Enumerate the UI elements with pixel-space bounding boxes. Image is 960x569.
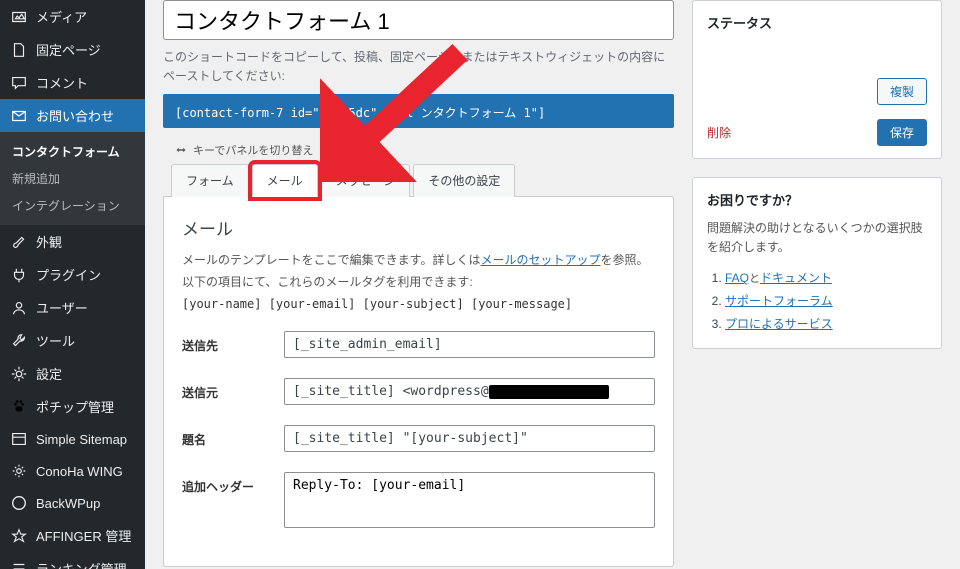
mail-panel: メール メールのテンプレートをここで編集できます。詳しくはメールのセットアップを… bbox=[163, 196, 674, 567]
mail-subject-input[interactable]: [_site_title] "[your-subject]" bbox=[284, 425, 655, 452]
menu-pochipp-icon bbox=[10, 398, 28, 416]
menu-backwpup-icon bbox=[10, 494, 28, 512]
menu-contact[interactable]: お問い合わせ bbox=[0, 99, 145, 132]
menu-sitemap-icon bbox=[10, 430, 28, 448]
mail-from-input[interactable]: [_site_title] <wordpress@ bbox=[284, 378, 655, 405]
submenu-item[interactable]: 新規追加 bbox=[0, 165, 145, 192]
help-link-item: サポートフォーラム bbox=[725, 290, 927, 313]
help-desc: 問題解決の助けとなるいくつかの選択肢を紹介します。 bbox=[707, 219, 927, 257]
help-link[interactable]: ドキュメント bbox=[760, 271, 832, 285]
menu-plugins[interactable]: プラグイン bbox=[0, 258, 145, 291]
menu-media-icon bbox=[10, 8, 28, 26]
menu-settings[interactable]: 設定 bbox=[0, 357, 145, 390]
mail-desc: メールのテンプレートをここで編集できます。詳しくはメールのセットアップを参照。 … bbox=[182, 250, 655, 315]
mail-subject-label: 題名 bbox=[182, 425, 272, 448]
help-link-item: FAQとドキュメント bbox=[725, 267, 927, 290]
tab-other[interactable]: その他の設定 bbox=[413, 164, 515, 197]
menu-pages-icon bbox=[10, 41, 28, 59]
menu-settings-icon bbox=[10, 365, 28, 383]
mail-setup-link[interactable]: メールのセットアップ bbox=[480, 253, 600, 267]
menu-plugins-icon bbox=[10, 266, 28, 284]
status-title: ステータス bbox=[707, 13, 927, 32]
menu-tools[interactable]: ツール bbox=[0, 324, 145, 357]
menu-backwpup[interactable]: BackWPup bbox=[0, 487, 145, 519]
tab-form[interactable]: フォーム bbox=[171, 164, 249, 197]
menu-users-icon bbox=[10, 299, 28, 317]
save-button[interactable]: 保存 bbox=[877, 119, 927, 146]
submenu-item[interactable]: インテグレーション bbox=[0, 192, 145, 219]
admin-sidebar: メディア固定ページコメントお問い合わせコンタクトフォーム新規追加インテグレーショ… bbox=[0, 0, 145, 569]
tab-mail[interactable]: メール bbox=[252, 164, 318, 197]
mail-headers-label: 追加ヘッダー bbox=[182, 472, 272, 495]
key-toggle-hint: キーでパネルを切り替え bbox=[175, 142, 674, 158]
menu-ranking-icon bbox=[10, 560, 28, 569]
menu-media[interactable]: メディア bbox=[0, 0, 145, 33]
mail-to-label: 送信先 bbox=[182, 331, 272, 354]
status-box: ステータス 複製 削除 保存 bbox=[692, 0, 942, 159]
help-link[interactable]: FAQ bbox=[725, 271, 749, 285]
shortcode-hint: このショートコードをコピーして、投稿、固定ページ、またはテキストウィジェットの内… bbox=[163, 48, 674, 86]
help-link-item: プロによるサービス bbox=[725, 313, 927, 336]
menu-contact-icon bbox=[10, 107, 28, 125]
shortcode-box[interactable]: [contact-form-7 id="7b375dc" titl ンタクトフォ… bbox=[163, 94, 674, 128]
menu-appearance[interactable]: 外観 bbox=[0, 225, 145, 258]
submenu-item[interactable]: コンタクトフォーム bbox=[0, 138, 145, 165]
form-title-input[interactable] bbox=[163, 0, 674, 40]
delete-link[interactable]: 削除 bbox=[707, 124, 731, 141]
menu-comments[interactable]: コメント bbox=[0, 66, 145, 99]
mail-heading: メール bbox=[182, 215, 655, 240]
menu-pochipp[interactable]: ポチップ管理 bbox=[0, 390, 145, 423]
menu-conoha[interactable]: ConoHa WING bbox=[0, 455, 145, 487]
menu-users[interactable]: ユーザー bbox=[0, 291, 145, 324]
menu-appearance-icon bbox=[10, 233, 28, 251]
tab-messages[interactable]: メッセージ bbox=[321, 164, 411, 197]
menu-sitemap[interactable]: Simple Sitemap bbox=[0, 423, 145, 455]
mail-to-input[interactable]: [_site_admin_email] bbox=[284, 331, 655, 358]
mail-from-label: 送信元 bbox=[182, 378, 272, 401]
menu-affinger[interactable]: AFFINGER 管理 bbox=[0, 519, 145, 552]
menu-conoha-icon bbox=[10, 462, 28, 480]
help-link[interactable]: プロによるサービス bbox=[725, 317, 833, 331]
menu-comments-icon bbox=[10, 74, 28, 92]
menu-affinger-icon bbox=[10, 527, 28, 545]
duplicate-button[interactable]: 複製 bbox=[877, 78, 927, 105]
mail-headers-input[interactable] bbox=[284, 472, 655, 528]
menu-ranking[interactable]: ランキング管理 bbox=[0, 552, 145, 569]
help-link[interactable]: サポートフォーラム bbox=[725, 294, 833, 308]
menu-pages[interactable]: 固定ページ bbox=[0, 33, 145, 66]
help-title: お困りですか？ bbox=[707, 190, 927, 209]
help-box: お困りですか？ 問題解決の助けとなるいくつかの選択肢を紹介します。 FAQとドキ… bbox=[692, 177, 942, 349]
menu-tools-icon bbox=[10, 332, 28, 350]
